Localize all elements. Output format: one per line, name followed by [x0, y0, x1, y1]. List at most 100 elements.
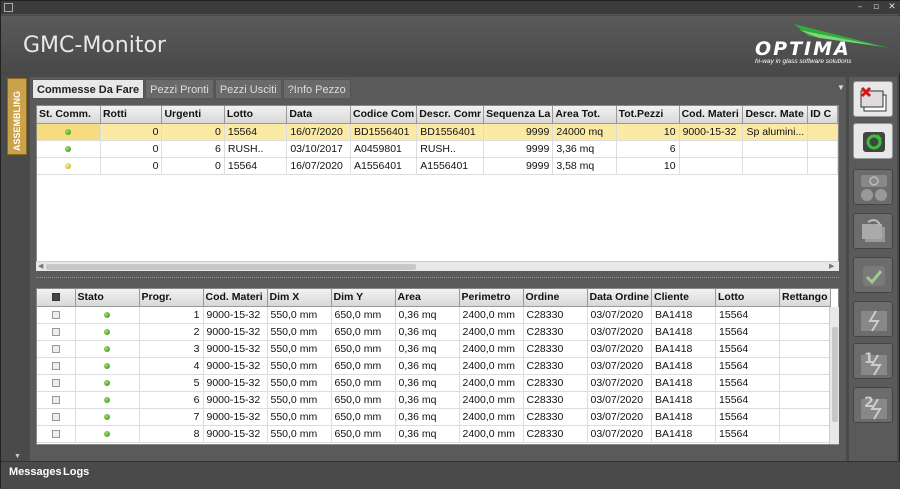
- panel-splitter[interactable]: [36, 277, 839, 280]
- dim-x-cell: 550,0 mm: [267, 340, 332, 358]
- orders-horizontal-scrollbar[interactable]: ◀ ▶: [36, 261, 839, 271]
- minimize-button[interactable]: –: [853, 2, 867, 13]
- dim-x-cell: 550,0 mm: [267, 306, 332, 324]
- codice-cell: BD1556401: [350, 123, 418, 141]
- status-green-icon: [104, 362, 110, 369]
- column-header[interactable]: Sequenza La: [483, 106, 554, 124]
- row-checkbox[interactable]: [51, 429, 60, 438]
- data-ordine-cell: 03/07/2020: [587, 374, 653, 392]
- column-header[interactable]: Ordine: [523, 289, 588, 307]
- column-header[interactable]: Tot.Pezzi: [616, 106, 680, 124]
- descr-mat-cell: [742, 157, 809, 175]
- scroll-right-icon[interactable]: ▶: [829, 262, 834, 270]
- column-header[interactable]: Cod. Materi: [679, 106, 744, 124]
- tab-info-pezzo[interactable]: ?Info Pezzo: [282, 79, 351, 99]
- column-header[interactable]: Data Ordine: [587, 289, 653, 307]
- bottom-bar: Messages Logs: [1, 461, 900, 489]
- row-checkbox[interactable]: [51, 361, 60, 370]
- close-button[interactable]: ✕: [885, 2, 899, 13]
- lotto-cell: RUSH..: [224, 140, 288, 158]
- column-header[interactable]: Progr.: [139, 289, 204, 307]
- sequenza-cell: 9999: [483, 123, 554, 141]
- column-header[interactable]: Stato: [75, 289, 140, 307]
- row-checkbox[interactable]: [51, 412, 60, 421]
- column-header[interactable]: Data: [286, 106, 351, 124]
- column-header[interactable]: Descr. Comr: [416, 106, 485, 124]
- confirm-button[interactable]: [853, 257, 893, 293]
- row-checkbox[interactable]: [51, 344, 60, 353]
- tab-pezzi-usciti[interactable]: Pezzi Usciti: [214, 79, 282, 99]
- row-checkbox[interactable]: [51, 327, 60, 336]
- tab-messages[interactable]: Messages: [9, 466, 62, 478]
- perimetro-cell: 2400,0 mm: [459, 323, 524, 341]
- order-row[interactable]: 0 6 RUSH.. 03/10/2017 A0459801 RUSH.. 99…: [37, 140, 838, 158]
- column-header[interactable]: Rettango: [779, 289, 831, 307]
- column-header[interactable]: St. Comm.: [37, 106, 101, 124]
- column-header[interactable]: Perimetro: [459, 289, 524, 307]
- piece-row[interactable]: 7 9000-15-32 550,0 mm 650,0 mm 0,36 mq 2400,0…: [37, 408, 831, 426]
- break-2-button[interactable]: 2: [853, 387, 893, 423]
- piece-row[interactable]: 8 9000-15-32 550,0 mm 650,0 mm 0,36 mq 2400,0…: [37, 425, 831, 443]
- column-header[interactable]: Codice Com: [350, 106, 418, 124]
- scroll-left-icon[interactable]: ◀: [38, 262, 43, 270]
- rotti-cell: 0: [100, 123, 163, 141]
- tabs-dropdown-icon[interactable]: ▼: [837, 83, 845, 92]
- piece-row[interactable]: 2 9000-15-32 550,0 mm 650,0 mm 0,36 mq 2400,0…: [37, 323, 831, 341]
- break-1-button[interactable]: 1: [853, 343, 893, 379]
- scrollbar-thumb[interactable]: [832, 327, 838, 422]
- select-all-checkbox[interactable]: [51, 293, 60, 302]
- tab-logs[interactable]: Logs: [63, 466, 89, 478]
- data-cell: 03/10/2017: [286, 140, 351, 158]
- column-header[interactable]: Cliente: [651, 289, 717, 307]
- piece-row[interactable]: 1 9000-15-32 550,0 mm 650,0 mm 0,36 mq 2400,0…: [37, 306, 831, 324]
- piece-row[interactable]: 4 9000-15-32 550,0 mm 650,0 mm 0,36 mq 2400,0…: [37, 357, 831, 375]
- order-row[interactable]: 0 0 15564 16/07/2020 BD1556401 BD1556401…: [37, 123, 838, 141]
- sequenza-cell: 9999: [483, 140, 554, 158]
- break-button[interactable]: [853, 301, 893, 337]
- column-header[interactable]: Cod. Materi: [203, 289, 268, 307]
- piece-row[interactable]: 5 9000-15-32 550,0 mm 650,0 mm 0,36 mq 2400,0…: [37, 374, 831, 392]
- perimetro-cell: 2400,0 mm: [459, 391, 524, 409]
- rettango-cell: [779, 306, 831, 324]
- piece-row[interactable]: 6 9000-15-32 550,0 mm 650,0 mm 0,36 mq 2400,0…: [37, 391, 831, 409]
- maximize-button[interactable]: ▫: [869, 2, 883, 13]
- column-header[interactable]: ID C: [807, 106, 838, 124]
- scrollbar-thumb[interactable]: [46, 264, 416, 270]
- descr-cell: A1556401: [416, 157, 485, 175]
- cancel-button[interactable]: [853, 81, 893, 117]
- undo-button[interactable]: [853, 213, 893, 249]
- pieces-vertical-scrollbar[interactable]: [829, 307, 839, 444]
- refresh-button[interactable]: [853, 123, 893, 159]
- side-tab-assembling[interactable]: ASSEMBLING: [7, 78, 27, 155]
- column-header[interactable]: Dim X: [267, 289, 332, 307]
- tab-bar: Commesse Da Fare Pezzi Pronti Pezzi Usci…: [32, 79, 352, 99]
- rotti-cell: 0: [100, 140, 163, 158]
- cancel-icon: [860, 86, 887, 112]
- row-checkbox[interactable]: [51, 378, 60, 387]
- row-checkbox[interactable]: [51, 395, 60, 404]
- piece-row[interactable]: 3 9000-15-32 550,0 mm 650,0 mm 0,36 mq 2400,0…: [37, 340, 831, 358]
- column-header[interactable]: Dim Y: [331, 289, 396, 307]
- rettango-cell: [779, 357, 831, 375]
- tab-commesse-da-fare[interactable]: Commesse Da Fare: [32, 79, 145, 99]
- cod-mat-cell: 9000-15-32: [679, 123, 744, 141]
- tab-pezzi-pronti[interactable]: Pezzi Pronti: [145, 79, 214, 99]
- stato-cell: [75, 323, 140, 341]
- row-checkbox[interactable]: [51, 310, 60, 319]
- column-header[interactable]: Lotto: [224, 106, 288, 124]
- cod-mat-cell: 9000-15-32: [203, 357, 268, 375]
- perimetro-cell: 2400,0 mm: [459, 425, 524, 443]
- ordine-cell: C28330: [523, 340, 588, 358]
- power-button[interactable]: [853, 169, 893, 205]
- column-header[interactable]: Area: [395, 289, 460, 307]
- side-scroll-down-icon[interactable]: ▼: [14, 453, 21, 460]
- order-row[interactable]: 0 0 15564 16/07/2020 A1556401 A1556401 9…: [37, 157, 838, 175]
- column-header[interactable]: Descr. Mate: [742, 106, 809, 124]
- header: GMC-Monitor OPTIMA hi-way in glass softw…: [1, 16, 900, 74]
- column-header[interactable]: Urgenti: [161, 106, 225, 124]
- column-header[interactable]: Area Tot.: [552, 106, 617, 124]
- column-header[interactable]: Lotto: [715, 289, 781, 307]
- column-header[interactable]: Rotti: [100, 106, 163, 124]
- select-all-header[interactable]: [37, 289, 76, 307]
- break-2-icon: 2: [861, 395, 887, 420]
